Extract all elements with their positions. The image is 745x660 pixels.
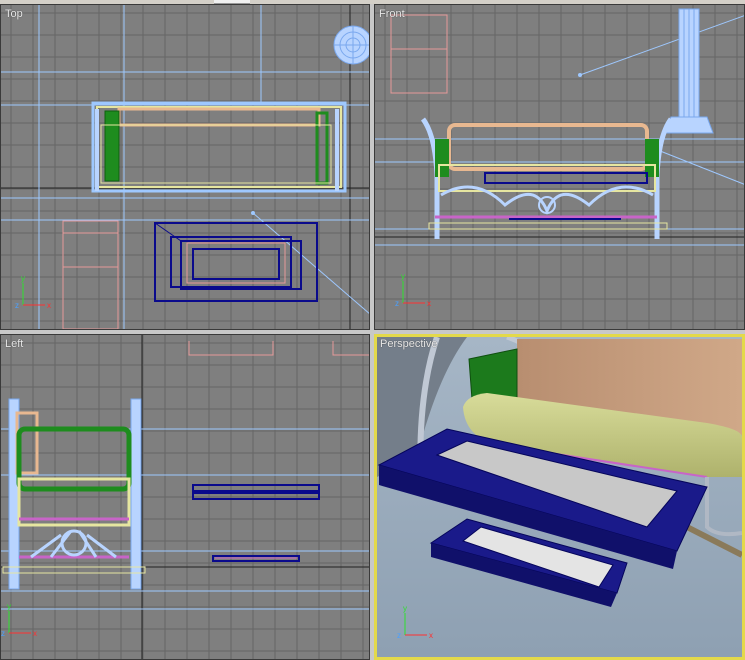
viewport-label-front[interactable]: Front	[379, 8, 405, 20]
viewport-top[interactable]: Top y z x	[0, 4, 370, 330]
y-axis-label: y	[7, 602, 11, 611]
x-axis-label: x	[429, 631, 433, 640]
sofa-top-view[interactable]	[91, 101, 347, 193]
front-view-canvas[interactable]: y z x	[375, 5, 745, 330]
coffee-table-top-view[interactable]	[154, 222, 318, 302]
viewport-front[interactable]: Front y z x	[374, 4, 745, 330]
z-axis-label: z	[15, 301, 19, 310]
light-target-point	[251, 211, 255, 215]
x-axis-label: x	[427, 299, 431, 308]
grid	[1, 335, 369, 659]
lamp-top-view[interactable]	[333, 25, 370, 65]
sofa-front-view[interactable]	[420, 117, 674, 239]
viewport-label-perspective[interactable]: Perspective	[380, 338, 437, 350]
y-axis-label: y	[21, 274, 25, 283]
y-axis-label: y	[403, 604, 407, 613]
coffee-table-left-view[interactable]	[192, 484, 320, 562]
viewport-perspective[interactable]: Perspective y z x	[374, 334, 745, 660]
top-view-canvas[interactable]: y z x	[1, 5, 370, 330]
viewport-label-top[interactable]: Top	[5, 8, 23, 20]
z-axis-label: z	[397, 631, 401, 640]
z-axis-label: z	[1, 629, 5, 638]
left-view-canvas[interactable]: y z x	[1, 335, 370, 660]
lamp-front-view[interactable]	[664, 8, 714, 134]
viewport-label-left[interactable]: Left	[5, 338, 23, 350]
light-target-point	[578, 73, 582, 77]
light-target-line	[252, 212, 369, 314]
z-axis-label: z	[395, 299, 399, 308]
viewport-left[interactable]: Left y z x	[0, 334, 370, 660]
y-axis-label: y	[401, 272, 405, 281]
x-axis-label: x	[47, 301, 51, 310]
sofa-left-view[interactable]	[2, 398, 146, 590]
side-table-top-view[interactable]	[62, 220, 119, 329]
x-axis-label: x	[33, 629, 37, 638]
perspective-view-canvas[interactable]: y z x	[377, 337, 742, 657]
side-table-front-view[interactable]	[390, 14, 448, 94]
grid	[1, 5, 369, 329]
